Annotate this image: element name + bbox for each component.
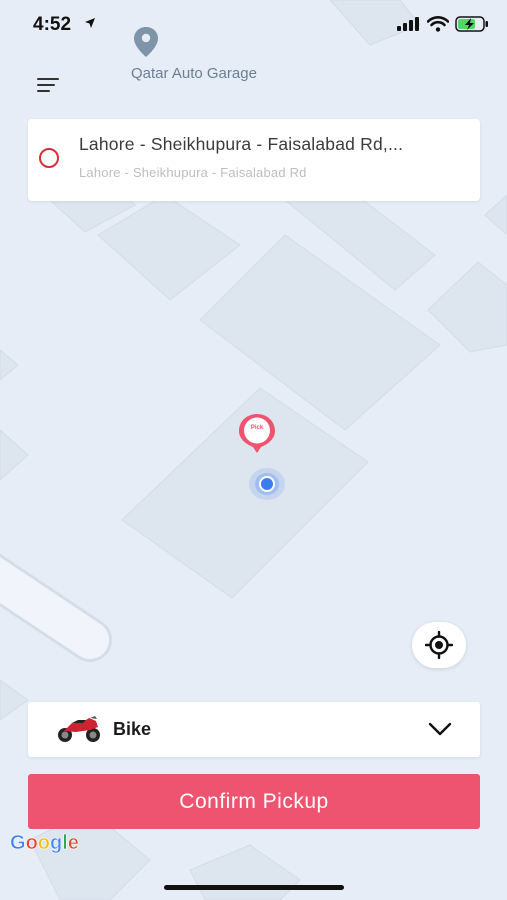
status-icons	[397, 16, 489, 32]
vehicle-selector[interactable]: Bike	[28, 702, 480, 757]
current-location-dot	[248, 467, 286, 501]
location-arrow-icon	[85, 18, 95, 28]
map-poi[interactable]: Qatar Auto Garage	[118, 26, 298, 86]
status-time: 4:52	[33, 14, 72, 35]
wifi-icon	[427, 16, 449, 32]
vehicle-label: Bike	[113, 719, 152, 739]
pick-marker[interactable]: Pick	[236, 412, 278, 454]
recenter-location-button[interactable]	[412, 622, 466, 668]
pick-pin-icon	[239, 414, 275, 453]
current-location-icon	[249, 468, 285, 500]
menu-icon-line	[37, 78, 59, 80]
menu-button[interactable]	[32, 72, 64, 100]
confirm-pickup-button[interactable]: Confirm Pickup	[28, 774, 480, 829]
menu-icon-line	[37, 84, 55, 86]
home-indicator[interactable]	[164, 885, 344, 890]
pick-marker-label: Pick	[250, 425, 264, 431]
map-pin-icon	[134, 27, 158, 57]
address-main: Lahore - Sheikhupura - Faisalabad Rd,...	[79, 134, 404, 154]
crosshair-icon	[425, 631, 453, 659]
motorbike-icon	[58, 716, 100, 742]
chevron-down-icon	[428, 722, 452, 736]
address-sub: Lahore - Sheikhupura - Faisalabad Rd	[79, 165, 307, 180]
menu-icon-line	[37, 90, 50, 92]
poi-label: Qatar Auto Garage	[131, 65, 257, 82]
battery-charging-icon	[455, 16, 488, 32]
google-logo: Google	[10, 832, 80, 855]
origin-ring-icon	[39, 148, 59, 168]
pickup-address-card[interactable]: Lahore - Sheikhupura - Faisalabad Rd,...…	[28, 119, 480, 201]
cellular-signal-icon	[397, 17, 419, 31]
